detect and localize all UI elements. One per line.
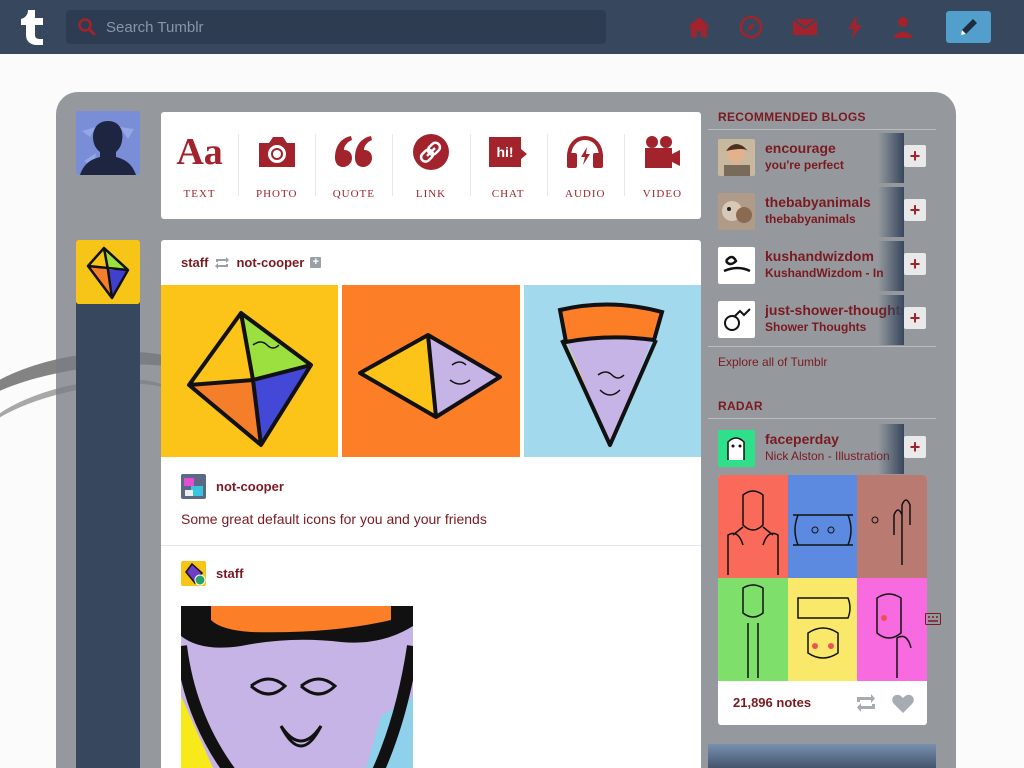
radar-image-grid[interactable] xyxy=(718,475,927,681)
follow-button[interactable]: + xyxy=(904,436,926,458)
blog-avatar xyxy=(718,430,755,467)
post-type-quote[interactable]: QUOTE xyxy=(315,112,392,219)
reblog-author-row: not-cooper xyxy=(181,474,284,499)
search-icon xyxy=(78,18,96,36)
svg-text:hi!: hi! xyxy=(497,144,514,160)
quote-icon xyxy=(333,130,375,174)
post-divider xyxy=(161,545,701,546)
follow-source-button[interactable]: + xyxy=(310,257,322,268)
staff-avatar[interactable] xyxy=(76,240,140,304)
video-camera-icon xyxy=(642,130,682,174)
search-box[interactable] xyxy=(66,10,606,44)
reblog-icon[interactable] xyxy=(855,694,877,717)
post-type-chat[interactable]: hi! CHAT xyxy=(469,112,547,219)
compose-button[interactable] xyxy=(946,11,991,43)
sidebar-bottom-edge xyxy=(708,744,936,768)
not-cooper-avatar[interactable] xyxy=(181,474,206,499)
radar-blog-item[interactable]: faceperday Nick Alston - Illustration + xyxy=(718,424,928,474)
radar-post-card: 21,896 notes xyxy=(718,475,927,725)
post-type-audio[interactable]: AUDIO xyxy=(546,112,624,219)
follow-button[interactable]: + xyxy=(904,307,926,329)
photoset-image[interactable] xyxy=(342,285,520,457)
photoset-image[interactable] xyxy=(524,285,701,457)
post-type-link[interactable]: LINK xyxy=(392,112,469,219)
reblog-icon xyxy=(215,256,230,269)
reblogger-link[interactable]: staff xyxy=(181,255,208,270)
like-heart-icon[interactable] xyxy=(892,694,914,719)
recommended-blog-item[interactable]: encourage you're perfect + xyxy=(718,133,928,183)
camera-icon xyxy=(257,130,297,174)
source-blog-link[interactable]: not-cooper xyxy=(236,255,304,270)
post-type-text[interactable]: Aa TEXT xyxy=(161,112,238,219)
headphones-icon xyxy=(565,130,605,174)
post-image[interactable] xyxy=(181,606,413,768)
tumblr-logo-icon[interactable] xyxy=(18,8,48,46)
blog-avatar xyxy=(718,301,755,338)
dashboard-post: staff not-cooper + not-cooper Some great… xyxy=(161,240,701,768)
notes-count[interactable]: 21,896 notes xyxy=(733,695,811,710)
post-header: staff not-cooper + xyxy=(181,255,322,270)
section-rule xyxy=(708,129,936,130)
blog-avatar xyxy=(718,193,755,230)
explore-link[interactable]: Explore all of Tumblr xyxy=(718,355,827,369)
second-author-row: staff xyxy=(181,561,243,586)
radar-title: RADAR xyxy=(718,399,763,413)
recommended-blog-item[interactable]: thebabyanimals thebabyanimals + xyxy=(718,187,928,237)
post-type-bar: Aa TEXT PHOTO QUOTE LINK hi! CHAT AUDIO xyxy=(161,112,701,219)
recommended-blog-item[interactable]: kushandwizdom KushandWizdom - In + xyxy=(718,241,928,291)
post-type-video[interactable]: VIDEO xyxy=(623,112,701,219)
reblog-author-link[interactable]: not-cooper xyxy=(216,479,284,494)
blog-avatar xyxy=(718,139,755,176)
recommended-blog-item[interactable]: just-shower-thoughts Shower Thoughts + xyxy=(718,295,928,345)
top-navigation-bar xyxy=(0,0,1024,54)
keyboard-shortcuts-icon[interactable] xyxy=(925,612,941,630)
follow-button[interactable]: + xyxy=(904,145,926,167)
recommended-blogs-title: RECOMMENDED BLOGS xyxy=(718,110,866,124)
inbox-icon[interactable] xyxy=(792,14,818,40)
photoset-image[interactable] xyxy=(161,285,338,457)
post-type-photo[interactable]: PHOTO xyxy=(238,112,315,219)
follow-button[interactable]: + xyxy=(904,253,926,275)
user-avatar[interactable] xyxy=(76,111,140,175)
chat-icon: hi! xyxy=(487,130,529,174)
second-author-link[interactable]: staff xyxy=(216,566,243,581)
link-icon xyxy=(412,130,450,174)
activity-icon[interactable] xyxy=(842,14,868,40)
blog-avatar xyxy=(718,247,755,284)
account-icon[interactable] xyxy=(890,14,916,40)
section-rule xyxy=(708,418,936,419)
follow-button[interactable]: + xyxy=(904,199,926,221)
search-input[interactable] xyxy=(106,10,596,44)
explore-icon[interactable] xyxy=(738,14,764,40)
compose-icon xyxy=(960,19,977,35)
staff-mini-avatar[interactable] xyxy=(181,561,206,586)
section-rule xyxy=(708,346,936,347)
post-caption: Some great default icons for you and you… xyxy=(181,511,487,527)
home-icon[interactable] xyxy=(686,14,712,40)
post-author-column xyxy=(76,240,140,768)
text-icon: Aa xyxy=(176,131,223,173)
